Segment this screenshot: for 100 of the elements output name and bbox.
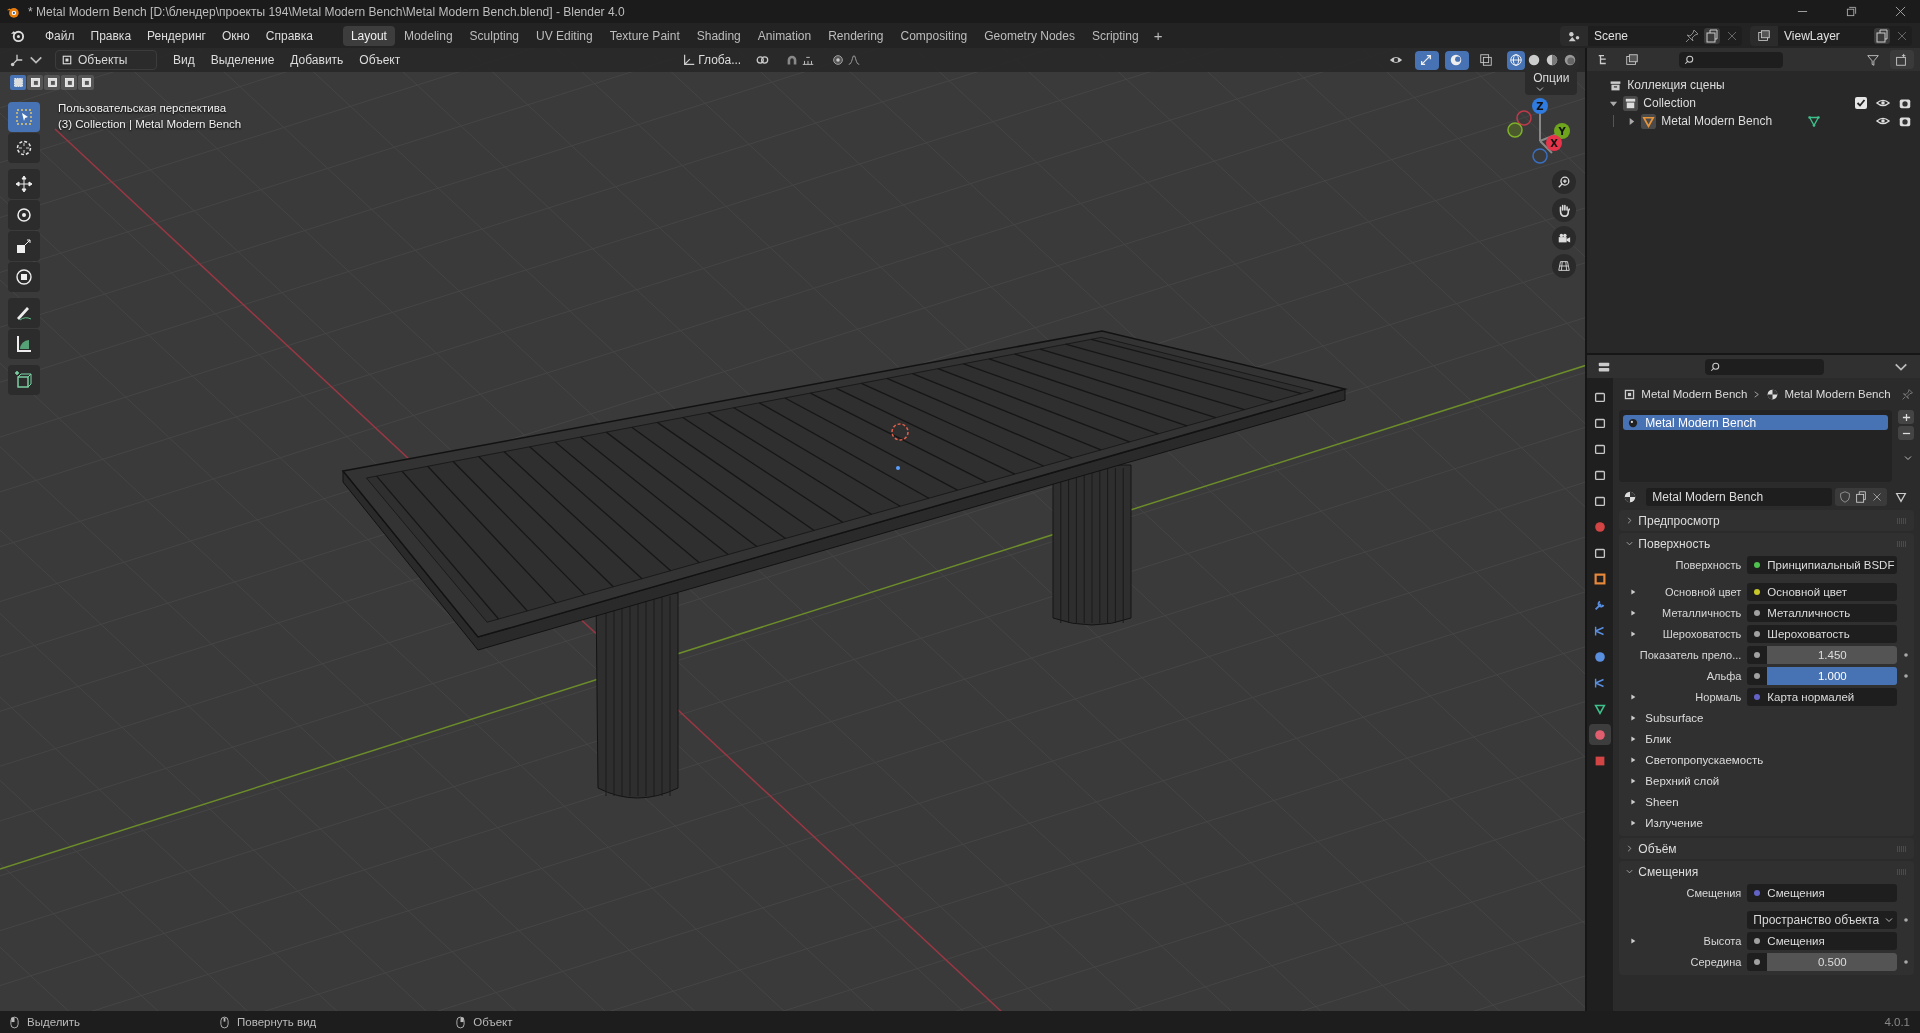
copy-icon[interactable] xyxy=(1874,27,1890,44)
drag-handle-icon[interactable] xyxy=(1896,540,1908,547)
checkbox[interactable] xyxy=(1854,96,1868,110)
search-field[interactable] xyxy=(1679,51,1784,68)
socket-dot[interactable] xyxy=(1753,888,1762,897)
remove-slot-button[interactable] xyxy=(1898,426,1914,440)
search-field[interactable] xyxy=(1705,358,1825,375)
workspace-tab[interactable]: Sculpting xyxy=(461,25,527,46)
menu-item[interactable]: Окно xyxy=(213,25,258,46)
subpanel-header[interactable]: Светопропускаемость xyxy=(1645,753,1764,766)
socket-dot[interactable] xyxy=(1753,587,1762,596)
workspace-tab[interactable]: Geometry Nodes xyxy=(976,25,1083,46)
menu-item[interactable]: Справка xyxy=(257,25,321,46)
pin-icon[interactable] xyxy=(1901,387,1914,401)
keyframe-dot-icon[interactable] xyxy=(1903,958,1910,965)
socket-dot[interactable] xyxy=(1753,608,1762,617)
panel-header[interactable]: Поверхность xyxy=(1619,533,1914,554)
socket-dot[interactable] xyxy=(1753,671,1762,680)
new-collection-button[interactable] xyxy=(1890,50,1914,69)
drag-handle-icon[interactable] xyxy=(1896,517,1908,524)
drag-handle-icon[interactable] xyxy=(1896,845,1908,852)
expand-arrow-icon[interactable] xyxy=(1629,936,1638,945)
tool-button[interactable] xyxy=(8,200,40,230)
navigation-gizmo[interactable]: Z Y X xyxy=(1507,98,1570,164)
socket-dot[interactable] xyxy=(1753,629,1762,638)
pin-icon[interactable] xyxy=(1684,27,1700,44)
outliner-item[interactable]: Коллекция сцены xyxy=(1627,78,1725,92)
material-slot[interactable]: Metal Modern Bench xyxy=(1623,415,1888,430)
tool-button[interactable] xyxy=(8,298,40,328)
panel-header[interactable]: Смещения xyxy=(1619,861,1914,882)
workspace-tab[interactable]: Layout xyxy=(342,25,395,46)
expand-arrow-icon[interactable] xyxy=(1629,734,1638,743)
number-field[interactable]: 1.450 xyxy=(1767,645,1898,664)
menu-item[interactable]: Правка xyxy=(82,25,140,46)
close-icon[interactable] xyxy=(1895,6,1906,17)
shading-button[interactable] xyxy=(1507,50,1526,70)
viewport-toggle[interactable] xyxy=(1415,50,1440,70)
tool-button[interactable] xyxy=(8,262,40,292)
expand-arrow-icon[interactable] xyxy=(1629,692,1638,701)
viewport-toggle[interactable] xyxy=(1445,50,1470,70)
expand-arrow-icon[interactable] xyxy=(1629,797,1638,806)
subpanel-header[interactable]: Sheen xyxy=(1645,795,1679,808)
outliner-item[interactable]: Metal Modern Bench xyxy=(1661,114,1773,128)
add-slot-button[interactable] xyxy=(1898,410,1914,424)
expand-arrow-icon[interactable] xyxy=(1629,587,1638,596)
expand-arrow-icon[interactable] xyxy=(1629,629,1638,638)
subpanel-header[interactable]: Излучение xyxy=(1645,816,1703,829)
mesh-data-icon[interactable] xyxy=(1807,114,1822,128)
workspace-tab[interactable]: Animation xyxy=(749,25,820,46)
expand-arrow-icon[interactable] xyxy=(1629,608,1638,617)
copy-icon[interactable] xyxy=(1704,27,1720,44)
workspace-tab[interactable]: Compositing xyxy=(892,25,976,46)
slider-field[interactable]: 1.000 xyxy=(1767,666,1898,685)
menu-item[interactable]: Файл xyxy=(37,25,83,46)
socket-dot[interactable] xyxy=(1753,692,1762,701)
panel-header[interactable]: Объём xyxy=(1619,838,1914,859)
copy-icon[interactable] xyxy=(1854,490,1868,504)
expand-arrow-icon[interactable] xyxy=(1629,818,1638,827)
viewport-menu[interactable]: Добавить xyxy=(282,50,352,70)
expand-arrow-icon[interactable] xyxy=(1627,116,1637,126)
viewport-menu[interactable]: Выделение xyxy=(202,50,283,70)
drag-handle-icon[interactable] xyxy=(1896,868,1908,875)
expand-arrow-icon[interactable] xyxy=(1629,755,1638,764)
keyframe-dot-icon[interactable] xyxy=(1903,651,1910,658)
socket-dot[interactable] xyxy=(1753,936,1762,945)
keyframe-dot-icon[interactable] xyxy=(1903,916,1910,923)
orientation-dropdown[interactable]: Глоба... xyxy=(678,50,746,70)
blender-logo-icon[interactable] xyxy=(10,28,25,43)
material-name-field[interactable]: Metal Modern Bench xyxy=(1646,488,1832,506)
panel-header[interactable]: Предпросмотр xyxy=(1619,510,1914,531)
socket-dot[interactable] xyxy=(1753,650,1762,659)
tool-button[interactable] xyxy=(8,365,40,395)
subpanel-header[interactable]: Subsurface xyxy=(1645,711,1704,724)
tool-button[interactable] xyxy=(8,231,40,261)
view-layer-selector-button[interactable] xyxy=(1750,25,1778,46)
space-dropdown[interactable]: Пространство объекта xyxy=(1747,910,1898,929)
keyframe-dot-icon[interactable] xyxy=(1903,672,1910,679)
workspace-tab[interactable]: UV Editing xyxy=(528,25,601,46)
menu-item[interactable]: Рендеринг xyxy=(139,25,214,46)
workspace-tab[interactable]: Modeling xyxy=(395,25,461,46)
workspace-tab[interactable]: Shading xyxy=(688,25,749,46)
tool-button[interactable] xyxy=(8,329,40,359)
tool-button[interactable] xyxy=(8,169,40,199)
workspace-tab[interactable]: Rendering xyxy=(820,25,892,46)
properties-tab[interactable] xyxy=(1589,724,1612,745)
restore-icon[interactable] xyxy=(1846,6,1857,17)
workspace-tab[interactable]: Texture Paint xyxy=(601,25,688,46)
subpanel-header[interactable]: Верхний слой xyxy=(1645,774,1720,787)
socket-dot[interactable] xyxy=(1753,560,1762,569)
scene-selector-button[interactable] xyxy=(1560,25,1588,46)
shield-icon[interactable] xyxy=(1838,490,1852,504)
subpanel-header[interactable]: Блик xyxy=(1645,732,1671,745)
number-field[interactable]: 0.500 xyxy=(1767,952,1898,971)
viewport-menu[interactable]: Объект xyxy=(351,50,409,70)
add-workspace-button[interactable]: + xyxy=(1147,27,1169,44)
expand-arrow-icon[interactable] xyxy=(1629,713,1638,722)
socket-dot[interactable] xyxy=(1753,957,1762,966)
tool-button[interactable] xyxy=(8,133,40,163)
expand-arrow-icon[interactable] xyxy=(1629,776,1638,785)
outliner-item[interactable]: Collection xyxy=(1643,96,1697,110)
